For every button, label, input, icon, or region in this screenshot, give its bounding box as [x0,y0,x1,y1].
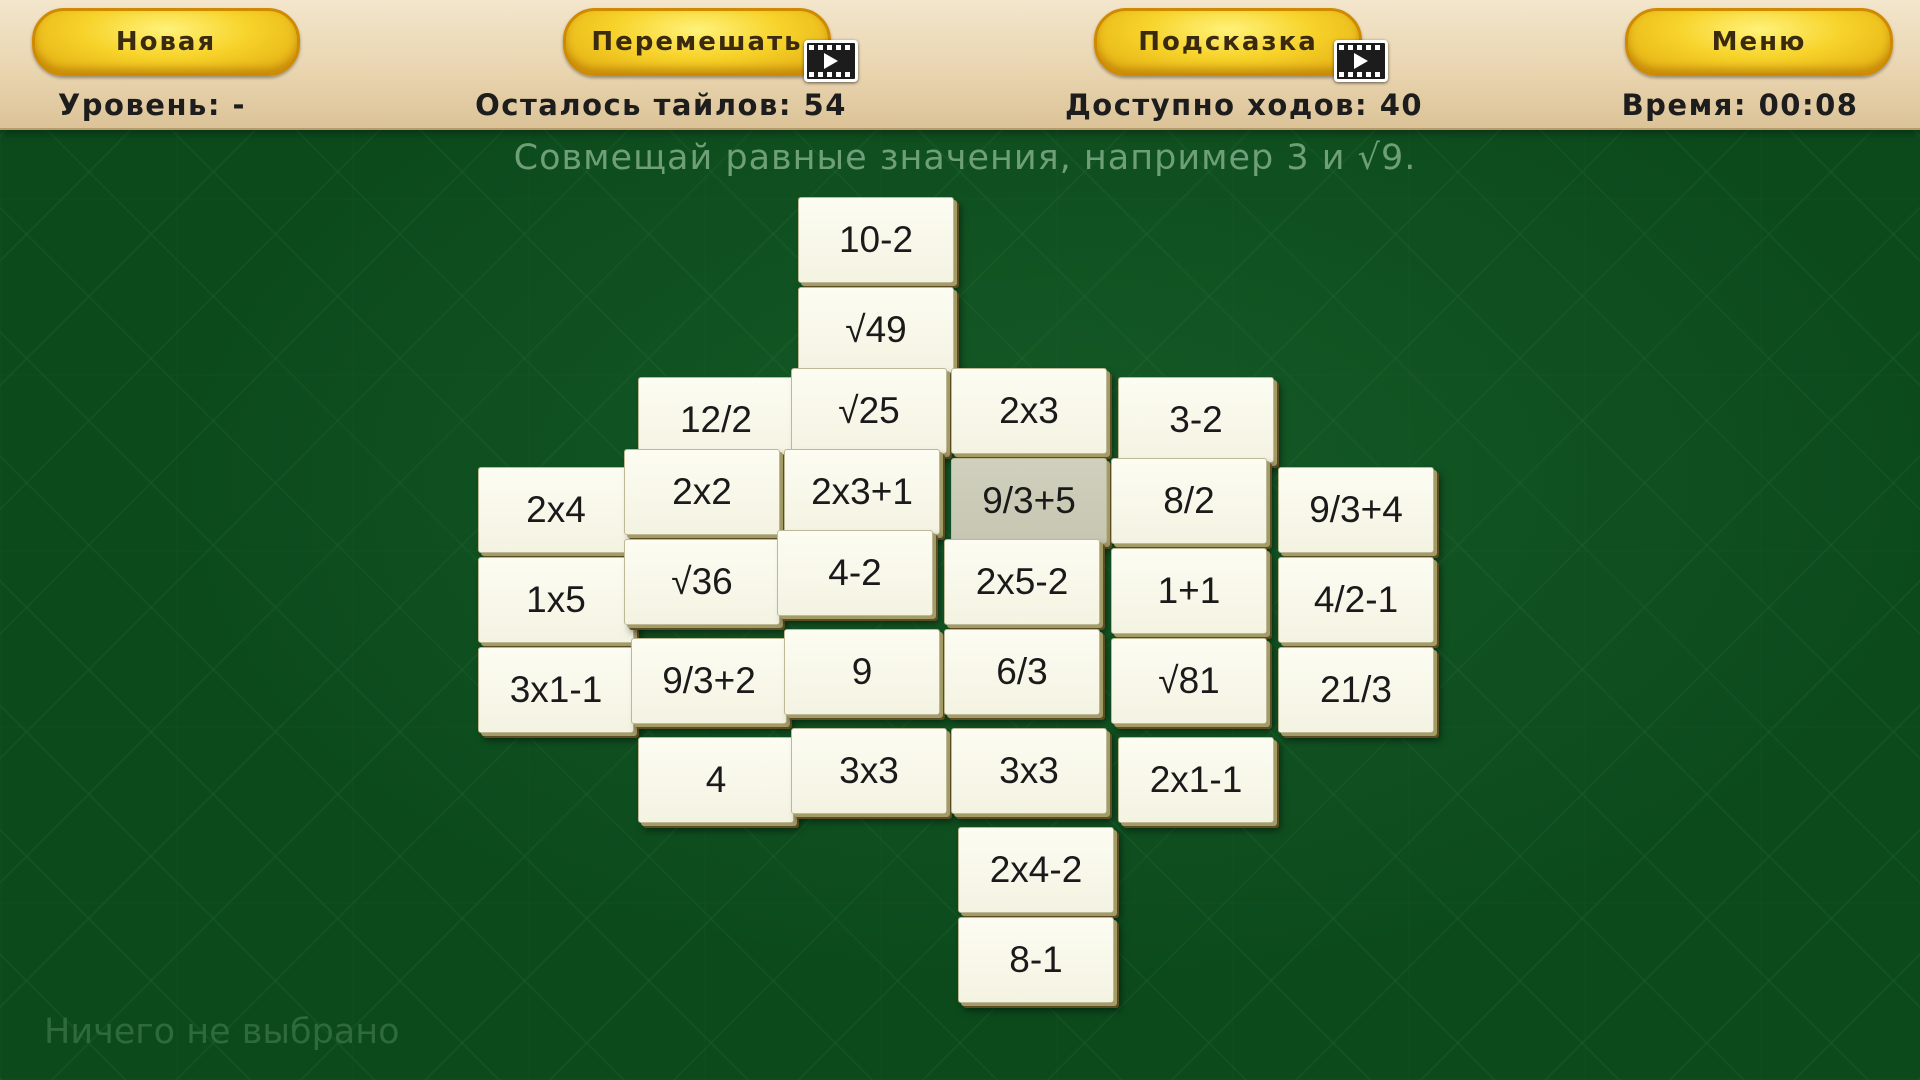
mahjong-tile[interactable]: 9/3+4 [1278,467,1434,553]
mahjong-tile[interactable]: 2x4 [478,467,634,553]
mahjong-tile[interactable]: 2x5-2 [944,539,1100,625]
hint-button[interactable]: Подсказка [1094,8,1362,76]
mahjong-tile[interactable]: 4 [638,737,794,823]
mahjong-tile[interactable]: √81 [1111,638,1267,724]
timer: Время: 00:08 [1621,88,1859,122]
tiles-left-counter: Осталось тайлов: 54 [475,88,847,122]
mahjong-tile[interactable]: 3x3 [951,728,1107,814]
mahjong-tile[interactable]: 4-2 [777,530,933,616]
video-play-icon[interactable] [1334,40,1388,82]
hint-text: Совмещай равные значения, например 3 и √… [513,138,1417,178]
mahjong-tile[interactable]: 1x5 [478,557,634,643]
game-board-background: Новая Перемешать Подсказка Меню Уровень:… [0,0,1920,1080]
mahjong-tile[interactable]: 4/2-1 [1278,557,1434,643]
selection-status: Ничего не выбрано [44,1012,400,1052]
video-play-icon[interactable] [804,40,858,82]
mahjong-tile[interactable]: 3x3 [791,728,947,814]
mahjong-tile[interactable]: 2x1-1 [1118,737,1274,823]
mahjong-tile[interactable]: 6/3 [944,629,1100,715]
mahjong-tile[interactable]: 8-1 [958,917,1114,1003]
mahjong-tile[interactable]: √36 [624,539,780,625]
new-game-button[interactable]: Новая [32,8,300,76]
mahjong-tile[interactable]: √25 [791,368,947,454]
mahjong-tile[interactable]: 10-2 [798,197,954,283]
mahjong-tile[interactable]: 3x1-1 [478,647,634,733]
level-label: Уровень: - [57,88,247,122]
mahjong-tile[interactable]: 3-2 [1118,377,1274,463]
mahjong-tile[interactable]: 2x2 [624,449,780,535]
mahjong-tile[interactable]: 2x3+1 [784,449,940,535]
mahjong-tile[interactable]: √49 [798,287,954,373]
top-bar: Новая Перемешать Подсказка Меню Уровень:… [0,0,1920,130]
mahjong-tile-highlighted[interactable]: 9/3+5 [951,458,1107,544]
mahjong-tile[interactable]: 8/2 [1111,458,1267,544]
mahjong-tile[interactable]: 9/3+2 [631,638,787,724]
menu-button[interactable]: Меню [1625,8,1893,76]
mahjong-tile[interactable]: 9 [784,629,940,715]
shuffle-button[interactable]: Перемешать [563,8,831,76]
moves-available-counter: Доступно ходов: 40 [1064,88,1424,122]
mahjong-tile[interactable]: 21/3 [1278,647,1434,733]
mahjong-tile[interactable]: 1+1 [1111,548,1267,634]
mahjong-tile[interactable]: 2x4-2 [958,827,1114,913]
mahjong-tile[interactable]: 2x3 [951,368,1107,454]
